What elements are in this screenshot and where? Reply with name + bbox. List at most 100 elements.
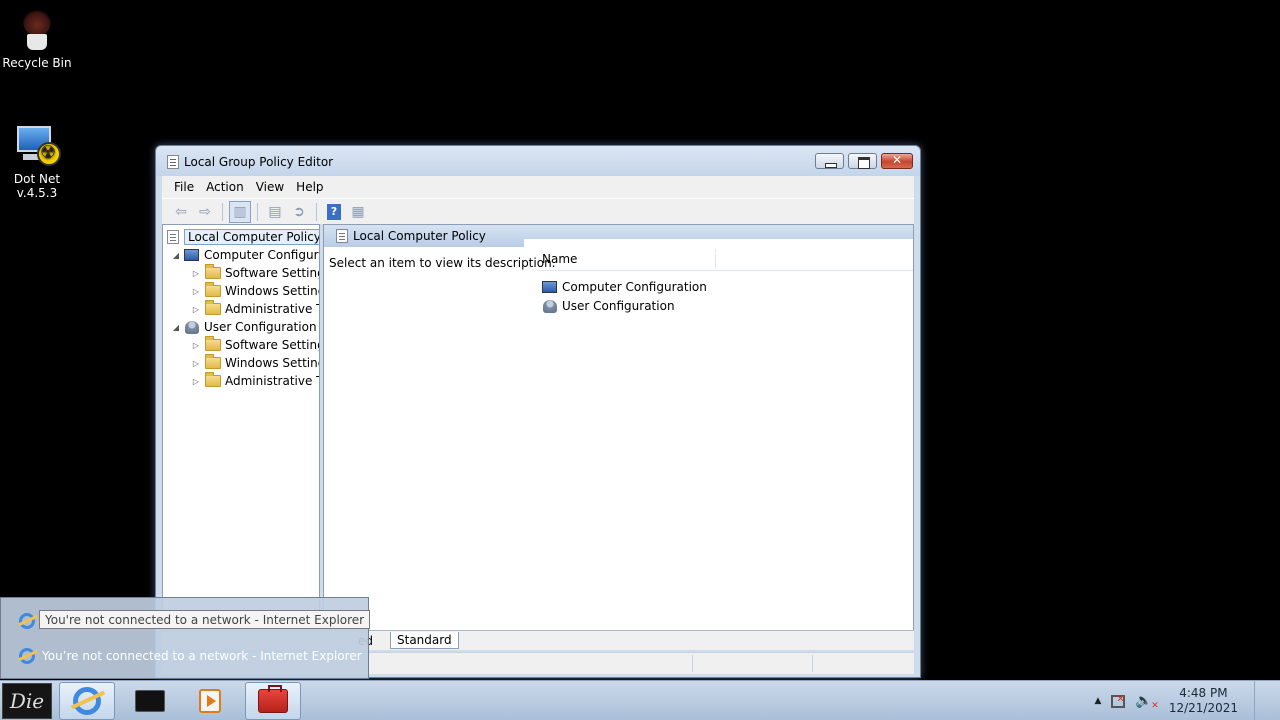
toolbar-separator bbox=[257, 202, 258, 221]
computer-icon bbox=[184, 249, 199, 261]
tree-item-label: Software Settings bbox=[225, 338, 319, 352]
menu-view[interactable]: View bbox=[250, 178, 290, 196]
tree-item-label: Administrative Te bbox=[225, 302, 320, 316]
internet-explorer-icon bbox=[73, 687, 101, 715]
tab-standard[interactable]: Standard bbox=[390, 632, 459, 649]
popup-item-ie-not-connected[interactable]: You’re not connected to a network - Inte… bbox=[19, 648, 362, 664]
tree-item-computer-software-settings[interactable]: ▷ Software Settings bbox=[191, 264, 319, 282]
policy-icon bbox=[167, 230, 179, 244]
volume-muted-icon[interactable]: 🔈 bbox=[1135, 693, 1159, 711]
network-disconnected-icon[interactable] bbox=[1111, 694, 1126, 708]
folder-icon bbox=[205, 336, 221, 351]
back-arrow-icon[interactable]: ⇦ bbox=[170, 201, 192, 223]
tree-item-label: Windows Setting bbox=[225, 284, 320, 298]
tree-item-label: User Configuration bbox=[204, 320, 317, 334]
taskbar: Die ▲ 🔈 4:48 PM 12/21/2021 bbox=[0, 680, 1280, 720]
status-separator bbox=[692, 655, 693, 672]
desktop-icon-dotnet[interactable]: Dot Net v.4.5.3 bbox=[0, 122, 74, 200]
user-icon bbox=[185, 320, 199, 334]
toolbox-icon bbox=[258, 685, 288, 713]
export-list-icon[interactable]: ➲ bbox=[288, 201, 310, 223]
start-button[interactable]: Die bbox=[2, 683, 52, 719]
show-desktop-button[interactable] bbox=[1254, 681, 1266, 720]
menu-bar: File Action View Help bbox=[162, 176, 914, 198]
tree-item-user-administrative-templates[interactable]: ▷ Administrative Te bbox=[191, 372, 320, 390]
desktop-icon-label: Dot Net bbox=[13, 172, 61, 186]
minimize-button[interactable] bbox=[815, 153, 844, 169]
toolbar-separator bbox=[222, 202, 223, 221]
clock-time: 4:48 PM bbox=[1179, 686, 1228, 700]
policy-app-icon bbox=[167, 155, 179, 169]
desktop-icon-recycle-bin[interactable]: Recycle Bin bbox=[0, 6, 74, 70]
recycle-bin-icon bbox=[13, 6, 61, 54]
help-icon[interactable]: ? bbox=[323, 201, 345, 223]
popup-item-label: You’re not connected to a network - Inte… bbox=[42, 649, 362, 663]
media-player-icon bbox=[199, 689, 221, 713]
clock-date: 12/21/2021 bbox=[1168, 701, 1238, 715]
menu-action[interactable]: Action bbox=[200, 178, 250, 196]
expand-arrow-icon[interactable]: ▷ bbox=[191, 359, 201, 368]
forward-arrow-icon[interactable]: ⇨ bbox=[194, 201, 216, 223]
dotnet-installer-icon bbox=[13, 122, 61, 170]
tooltip: You're not connected to a network - Inte… bbox=[39, 610, 371, 629]
tree-item-user-software-settings[interactable]: ▷ Software Settings bbox=[191, 336, 319, 354]
tree-item-computer-configuration[interactable]: ◢ Computer Configura bbox=[171, 246, 320, 264]
toolbar: ⇦ ⇨ ▥ ▤ ➲ ? ▦ bbox=[162, 198, 914, 224]
tree-item-label: Windows Setting bbox=[225, 356, 320, 370]
folder-icon bbox=[205, 282, 221, 297]
internet-explorer-icon bbox=[19, 648, 35, 664]
computer-icon bbox=[542, 281, 557, 293]
details-pane: Local Computer Policy Select an item to … bbox=[323, 224, 914, 650]
toolbar-separator bbox=[316, 202, 317, 221]
taskbar-terminal[interactable] bbox=[122, 682, 178, 720]
tree-item-local-computer-policy[interactable]: Local Computer Policy bbox=[163, 228, 319, 246]
internet-explorer-icon bbox=[19, 613, 35, 629]
folder-icon bbox=[205, 300, 221, 315]
tree-item-label: Local Computer Policy bbox=[184, 229, 319, 245]
collapse-arrow-icon[interactable]: ◢ bbox=[171, 251, 181, 260]
expand-arrow-icon[interactable]: ▷ bbox=[191, 287, 201, 296]
desktop-icon-label: Recycle Bin bbox=[2, 56, 72, 70]
column-name-header[interactable]: Name bbox=[542, 252, 577, 266]
properties-icon[interactable]: ▤ bbox=[264, 201, 286, 223]
title-bar[interactable]: Local Group Policy Editor bbox=[156, 146, 920, 176]
taskbar-media-player[interactable] bbox=[182, 682, 238, 720]
list-item-user-configuration[interactable]: User Configuration bbox=[539, 297, 675, 315]
menu-file[interactable]: File bbox=[168, 178, 200, 196]
system-tray: ▲ 🔈 4:48 PM 12/21/2021 bbox=[1094, 681, 1266, 720]
tree-item-label: Computer Configura bbox=[204, 248, 320, 262]
details-header-title: Local Computer Policy bbox=[353, 229, 486, 243]
tree-item-computer-windows-settings[interactable]: ▷ Windows Setting bbox=[191, 282, 320, 300]
tree-item-computer-administrative-templates[interactable]: ▷ Administrative Te bbox=[191, 300, 320, 318]
tree-item-user-configuration[interactable]: ◢ User Configuration bbox=[171, 318, 317, 336]
taskbar-internet-explorer[interactable] bbox=[59, 682, 115, 720]
folder-icon bbox=[205, 264, 221, 279]
expand-arrow-icon[interactable]: ▷ bbox=[191, 269, 201, 278]
expand-arrow-icon[interactable]: ▷ bbox=[191, 305, 201, 314]
folder-icon bbox=[205, 354, 221, 369]
status-separator bbox=[812, 655, 813, 672]
list-item-computer-configuration[interactable]: Computer Configuration bbox=[539, 278, 707, 296]
expand-arrow-icon[interactable]: ▷ bbox=[191, 377, 201, 386]
column-separator[interactable] bbox=[715, 249, 716, 269]
terminal-icon bbox=[135, 690, 165, 712]
list-column-header: Name bbox=[537, 247, 913, 271]
list-item-label: User Configuration bbox=[562, 299, 675, 313]
show-hide-console-tree-icon[interactable]: ▥ bbox=[229, 200, 251, 223]
list-item-label: Computer Configuration bbox=[562, 280, 707, 294]
expand-arrow-icon[interactable]: ▷ bbox=[191, 341, 201, 350]
menu-help[interactable]: Help bbox=[290, 178, 329, 196]
folder-icon bbox=[205, 372, 221, 387]
show-hidden-icons-icon[interactable]: ▲ bbox=[1094, 696, 1101, 706]
close-button[interactable] bbox=[881, 153, 913, 169]
tree-item-label: Administrative Te bbox=[225, 374, 320, 388]
window-title: Local Group Policy Editor bbox=[184, 155, 334, 169]
tree-item-user-windows-settings[interactable]: ▷ Windows Setting bbox=[191, 354, 320, 372]
description-text: Select an item to view its description. bbox=[329, 256, 556, 270]
view-icon[interactable]: ▦ bbox=[347, 201, 369, 223]
user-icon bbox=[543, 299, 557, 313]
collapse-arrow-icon[interactable]: ◢ bbox=[171, 323, 181, 332]
taskbar-group-policy-editor[interactable] bbox=[245, 682, 301, 720]
clock[interactable]: 4:48 PM 12/21/2021 bbox=[1169, 686, 1238, 716]
maximize-button[interactable] bbox=[848, 153, 877, 169]
